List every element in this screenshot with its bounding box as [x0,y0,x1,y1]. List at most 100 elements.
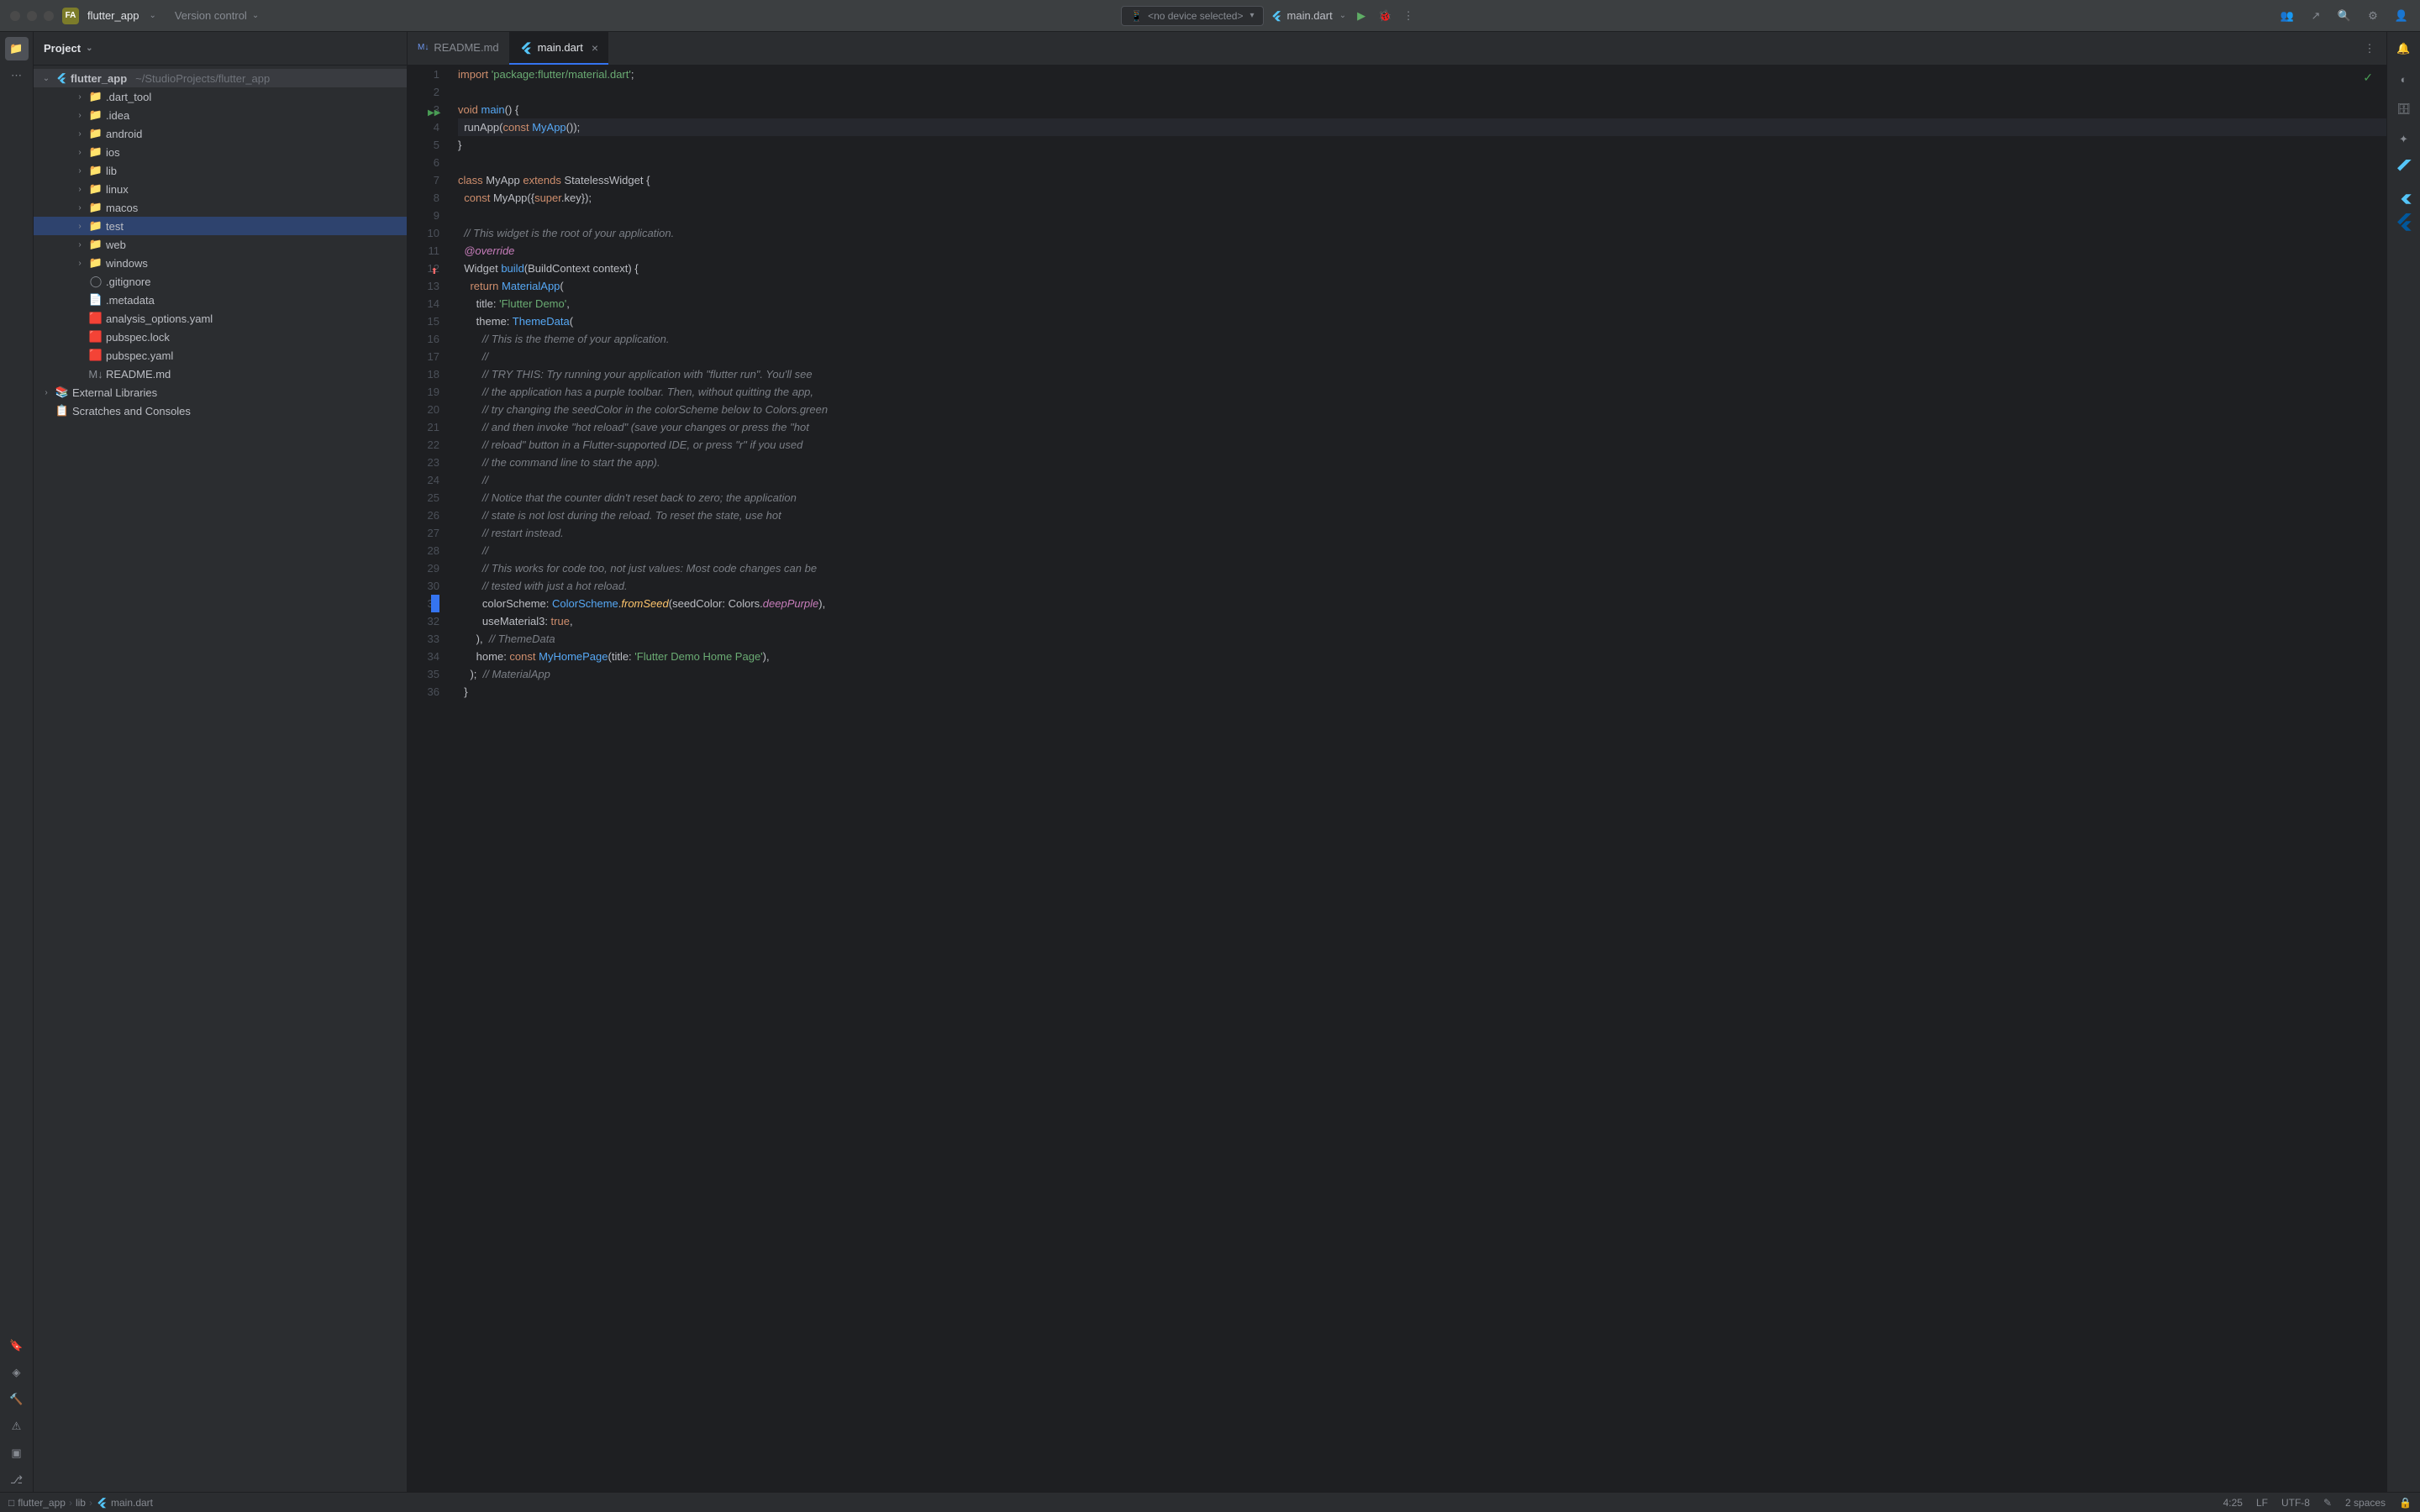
gutter-line[interactable]: 25 [408,489,439,507]
gutter-line[interactable]: 26 [408,507,439,524]
code-line[interactable]: // [458,542,2386,559]
code-line[interactable]: // restart instead. [458,524,2386,542]
expand-arrow-icon[interactable]: › [74,240,86,249]
tree-item-macos[interactable]: ›📁macos [34,198,407,217]
code-line[interactable]: } [458,683,2386,701]
device-selector[interactable]: 📱 <no device selected> ▾ [1121,6,1263,26]
gutter-line[interactable]: 34 [408,648,439,665]
readonly-icon[interactable]: ✎ [2323,1497,2332,1509]
debug-button[interactable]: 🐞 [1376,8,1393,24]
tree-item-pubspecyaml[interactable]: ›🟥pubspec.yaml [34,346,407,365]
updates-icon[interactable]: ↗ [2307,8,2324,24]
code-line[interactable]: import 'package:flutter/material.dart'; [458,66,2386,83]
gutter-line[interactable]: 11 [408,242,439,260]
code-with-me-icon[interactable]: 👥 [2279,8,2296,24]
gutter-line[interactable]: 13 [408,277,439,295]
code-line[interactable] [458,83,2386,101]
sidebar-title[interactable]: Project ⌄ [44,42,92,55]
tree-item-android[interactable]: ›📁android [34,124,407,143]
code-editor[interactable]: ✓ 123▶▶456789101112⬆13141516171819202122… [408,66,2386,1492]
gutter-line[interactable]: 8 [408,189,439,207]
expand-arrow-icon[interactable]: › [74,92,86,102]
code-line[interactable]: return MaterialApp( [458,277,2386,295]
code-line[interactable]: runApp(const MyApp()); [458,118,2386,136]
line-separator[interactable]: LF [2256,1497,2268,1509]
code-line[interactable] [458,154,2386,171]
gutter-line[interactable]: 32 [408,612,439,630]
expand-arrow-icon[interactable]: › [40,388,52,397]
code-line[interactable]: // tested with just a hot reload. [458,577,2386,595]
code-line[interactable]: colorScheme: ColorScheme.fromSeed(seedCo… [458,595,2386,612]
gutter-line[interactable]: 15 [408,312,439,330]
scratches[interactable]: › 📋 Scratches and Consoles [34,402,407,420]
assistant-icon[interactable]: ◐ [2392,67,2416,91]
tree-item-test[interactable]: ›📁test [34,217,407,235]
notifications-icon[interactable]: 🔔 [2392,37,2416,60]
code-line[interactable]: // state is not lost during the reload. … [458,507,2386,524]
version-control-menu[interactable]: Version control ⌄ [175,9,259,22]
indent-setting[interactable]: 2 spaces [2345,1497,2386,1509]
close-window[interactable] [10,11,20,21]
problems-icon[interactable]: ⚠ [5,1415,29,1438]
expand-arrow-icon[interactable]: › [74,222,86,231]
override-gutter-icon[interactable]: ⬆ [428,263,438,273]
code-line[interactable]: // This works for code too, not just val… [458,559,2386,577]
lock-icon[interactable]: 🔒 [2399,1497,2412,1509]
code-line[interactable]: @override [458,242,2386,260]
tree-item-web[interactable]: ›📁web [34,235,407,254]
code-line[interactable]: // reload" button in a Flutter-supported… [458,436,2386,454]
structure-icon[interactable]: ◈ [5,1361,29,1384]
code-line[interactable]: // This widget is the root of your appli… [458,224,2386,242]
flutter-outline-icon[interactable] [2394,158,2414,178]
more-tools-icon[interactable]: ⋯ [5,64,29,87]
minimize-window[interactable] [27,11,37,21]
more-actions-icon[interactable]: ⋮ [1400,8,1417,24]
tree-item-lib[interactable]: ›📁lib [34,161,407,180]
tree-item-dart_tool[interactable]: ›📁.dart_tool [34,87,407,106]
gutter-line[interactable]: 10 [408,224,439,242]
app-name[interactable]: flutter_app [87,9,139,22]
gutter-line[interactable]: 35 [408,665,439,683]
code-line[interactable]: Widget build(BuildContext context) { [458,260,2386,277]
flutter-performance-icon[interactable] [2394,212,2414,232]
project-tool-icon[interactable]: 📁 [5,37,29,60]
gutter-line[interactable]: 24 [408,471,439,489]
run-gutter-icon[interactable]: ▶▶ [428,104,438,114]
tab-main-dart[interactable]: main.dart× [509,32,608,65]
expand-arrow-icon[interactable]: ⌄ [40,74,52,83]
terminal-icon[interactable]: ▣ [5,1441,29,1465]
expand-arrow-icon[interactable]: › [74,203,86,213]
account-icon[interactable]: 👤 [2393,8,2410,24]
gutter-line[interactable]: 30 [408,577,439,595]
tab-README-md[interactable]: M↓README.md [408,32,509,65]
close-tab-icon[interactable]: × [592,41,598,55]
code-line[interactable]: const MyApp({super.key}); [458,189,2386,207]
gutter-line[interactable]: 12⬆ [408,260,439,277]
gutter-line[interactable]: 19 [408,383,439,401]
code-line[interactable]: // try changing the seedColor in the col… [458,401,2386,418]
code-line[interactable]: home: const MyHomePage(title: 'Flutter D… [458,648,2386,665]
run-configuration[interactable]: main.dart ⌄ [1270,9,1347,22]
tree-item-gitignore[interactable]: ›◯.gitignore [34,272,407,291]
code-line[interactable]: // the application has a purple toolbar.… [458,383,2386,401]
code-line[interactable]: // TRY THIS: Try running your applicatio… [458,365,2386,383]
gutter-line[interactable]: 9 [408,207,439,224]
gutter-line[interactable]: 5 [408,136,439,154]
tree-item-linux[interactable]: ›📁linux [34,180,407,198]
gutter-line[interactable]: 2 [408,83,439,101]
tree-item-ios[interactable]: ›📁ios [34,143,407,161]
tree-item-metadata[interactable]: ›📄.metadata [34,291,407,309]
flutter-inspector-icon[interactable] [2394,185,2414,205]
breadcrumb[interactable]: □ flutter_app › lib › main.dart [8,1497,153,1509]
expand-arrow-icon[interactable]: › [74,185,86,194]
git-icon[interactable]: ⎇ [5,1468,29,1492]
analysis-ok-icon[interactable]: ✓ [2363,71,2373,85]
bookmarks-icon[interactable]: 🔖 [5,1334,29,1357]
tree-item-READMEmd[interactable]: ›M↓README.md [34,365,407,383]
code-line[interactable]: useMaterial3: true, [458,612,2386,630]
ai-icon[interactable]: ✦ [2392,128,2416,151]
expand-arrow-icon[interactable]: › [74,111,86,120]
expand-arrow-icon[interactable]: › [74,166,86,176]
gutter-line[interactable]: 3▶▶ [408,101,439,118]
code-line[interactable]: ); // MaterialApp [458,665,2386,683]
